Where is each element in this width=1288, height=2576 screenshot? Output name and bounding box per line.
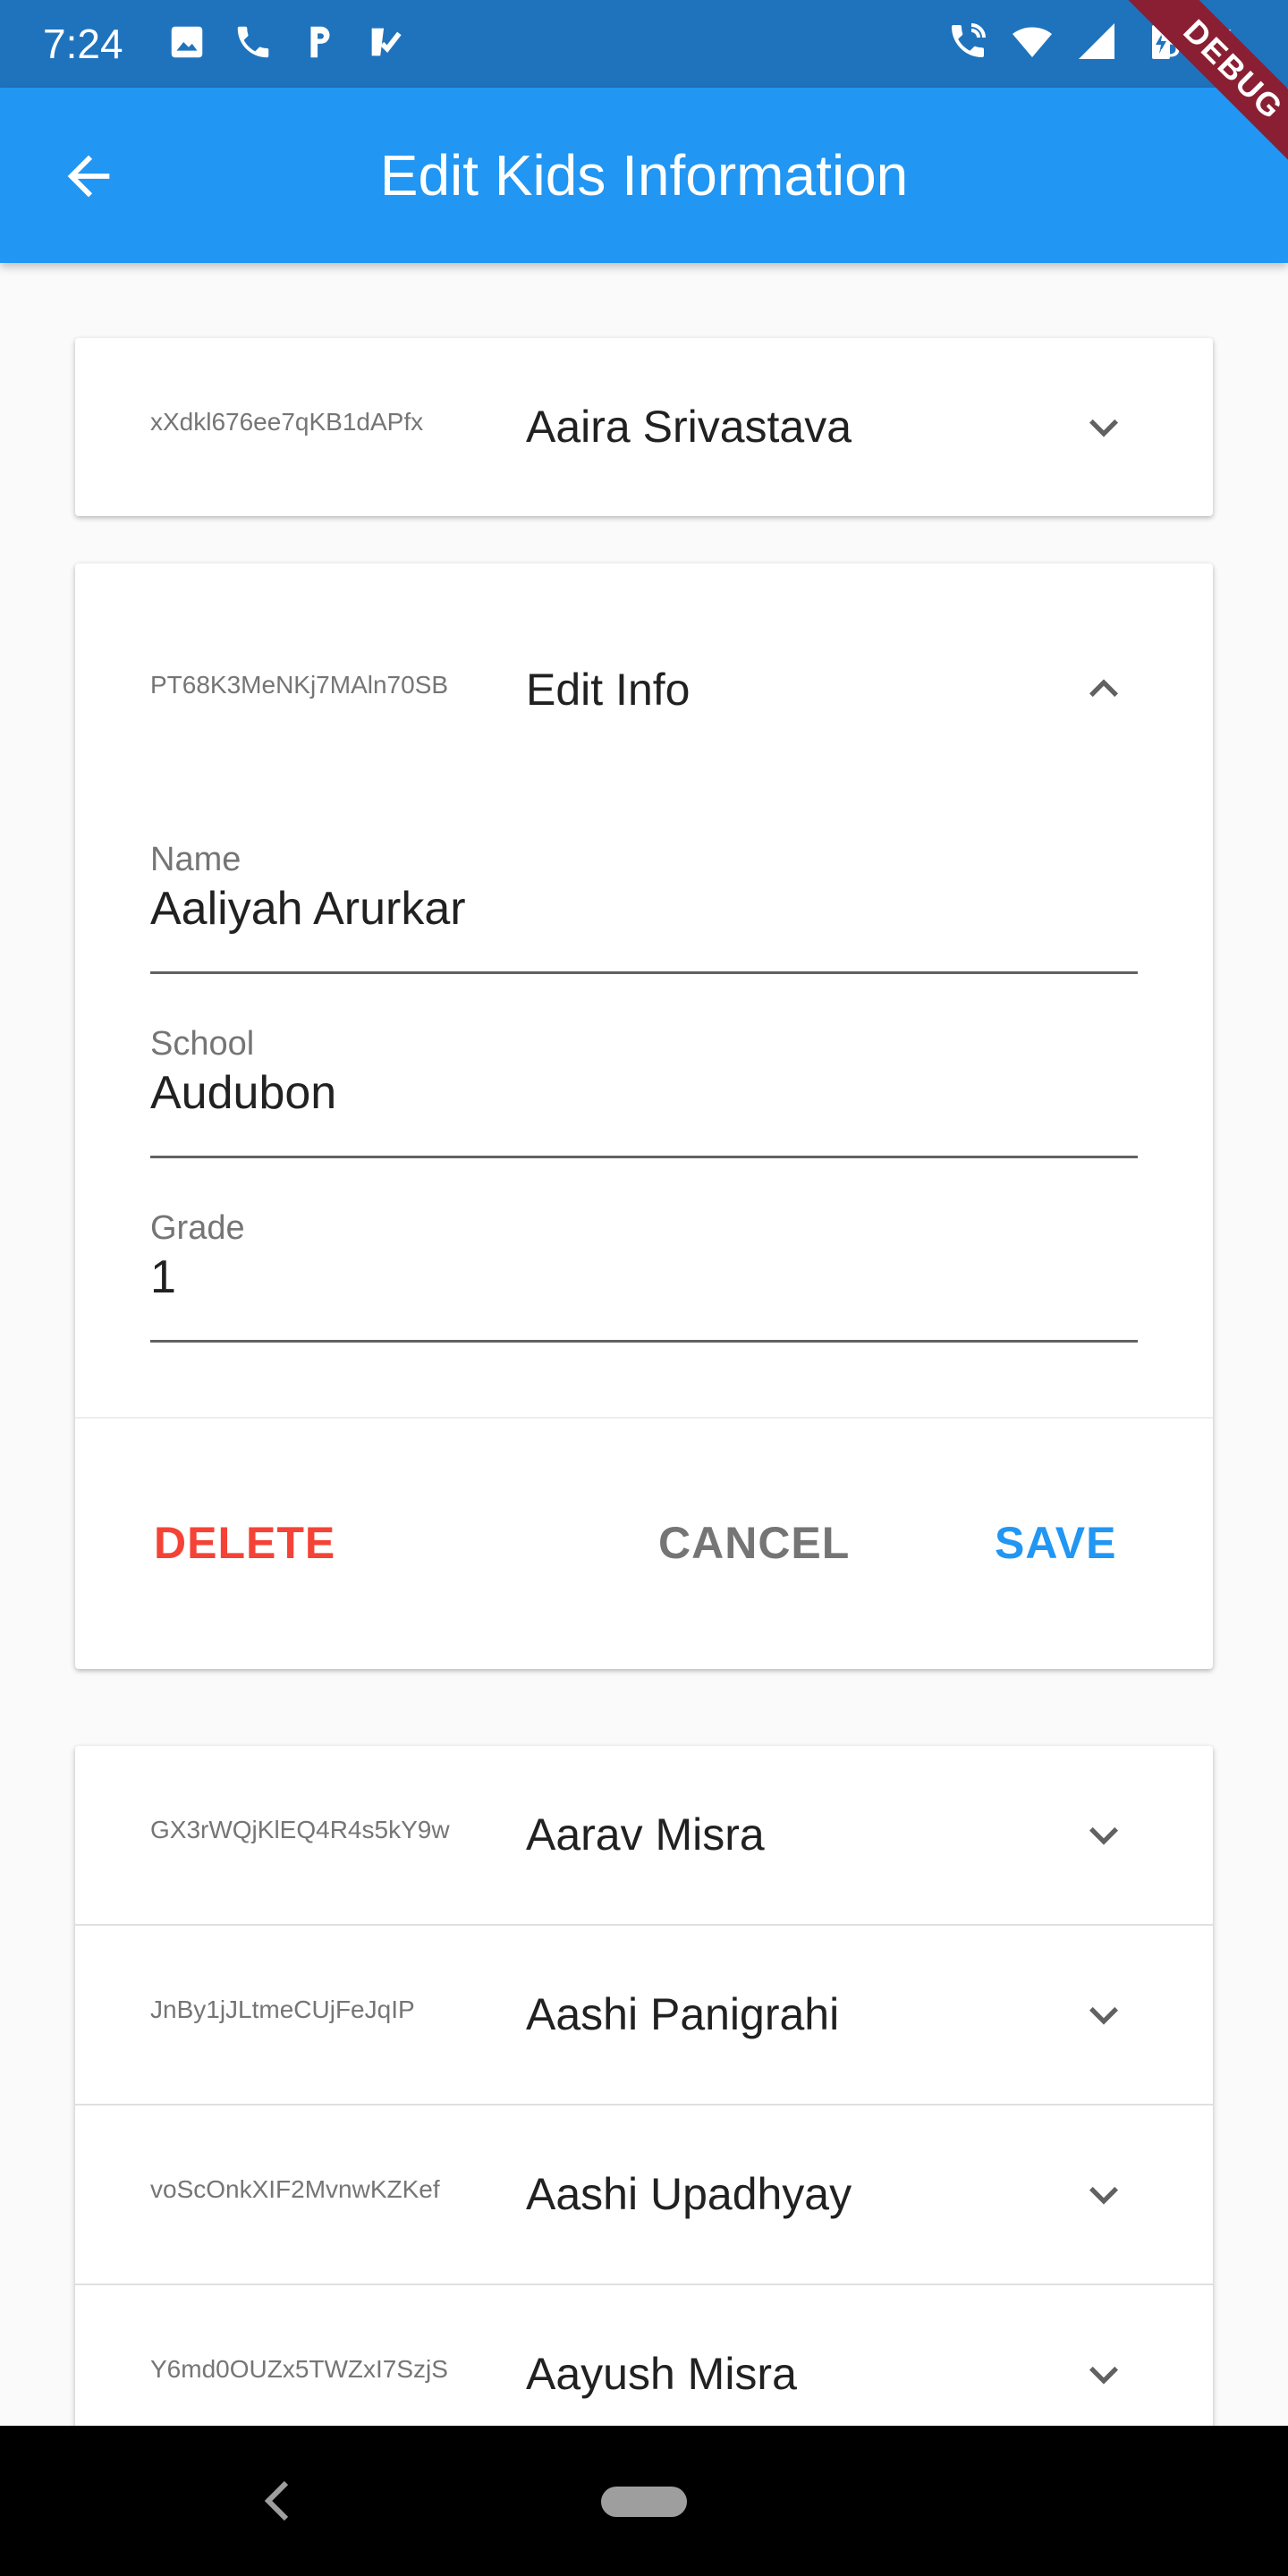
chevron-down-icon[interactable]	[1075, 1987, 1132, 2044]
school-field[interactable]: School Audubon	[150, 998, 1138, 1182]
school-input[interactable]: Audubon	[150, 1066, 336, 1120]
page-title: Edit Kids Information	[379, 143, 909, 208]
wifi-calling-icon	[946, 20, 989, 63]
parking-icon	[299, 21, 340, 63]
chevron-down-icon[interactable]	[1075, 2166, 1132, 2224]
chevron-down-icon[interactable]	[1075, 399, 1132, 456]
edit-kid-card: PT68K3MeNKj7MAln70SB Edit Info Name Aali…	[75, 564, 1213, 1669]
edit-header[interactable]: PT68K3MeNKj7MAln70SB Edit Info	[75, 564, 1213, 814]
kid-name: Aayush Misra	[526, 2349, 797, 2399]
name-input[interactable]: Aaliyah Arurkar	[150, 882, 466, 936]
delete-button[interactable]: DELETE	[154, 1517, 335, 1569]
status-right-icons	[946, 20, 1182, 63]
kid-name: Aashi Panigrahi	[526, 1989, 840, 2039]
kid-list-card: GX3rWQjKlEQ4R4s5kY9w Aarav Misra JnBy1jJ…	[75, 1746, 1213, 2463]
grade-label: Grade	[150, 1209, 245, 1247]
kid-id: PT68K3MeNKj7MAln70SB	[150, 671, 449, 699]
action-bar: DELETE CANCEL SAVE	[75, 1419, 1213, 1669]
cancel-button[interactable]: CANCEL	[658, 1517, 850, 1569]
kid-row[interactable]: xXdkl676ee7qKB1dAPfx Aaira Srivastava	[75, 338, 1213, 516]
kid-name: Aarav Misra	[526, 1809, 765, 1860]
name-underline	[150, 971, 1138, 974]
status-left-icons	[166, 21, 406, 63]
kid-row[interactable]: voScOnkXIF2MvnwKZKef Aashi Upadhyay	[75, 2106, 1213, 2285]
task-check-icon	[365, 21, 406, 63]
kid-id: GX3rWQjKlEQ4R4s5kY9w	[150, 1816, 450, 1843]
status-bar: 7:24 35%	[0, 0, 1288, 88]
kid-id: xXdkl676ee7qKB1dAPfx	[150, 408, 424, 436]
name-field[interactable]: Name Aaliyah Arurkar	[150, 814, 1138, 998]
name-label: Name	[150, 841, 242, 878]
kid-row[interactable]: JnBy1jJLtmeCUjFeJqIP Aashi Panigrahi	[75, 1926, 1213, 2106]
grade-input[interactable]: 1	[150, 1250, 176, 1304]
school-label: School	[150, 1025, 255, 1063]
edit-info-title: Edit Info	[526, 665, 691, 715]
save-button[interactable]: SAVE	[995, 1517, 1116, 1569]
kid-id: Y6md0OUZx5TWZxI7SzjS	[150, 2355, 448, 2383]
wifi-icon	[1011, 20, 1054, 63]
kid-row[interactable]: GX3rWQjKlEQ4R4s5kY9w Aarav Misra	[75, 1746, 1213, 1926]
signal-icon	[1075, 20, 1118, 63]
nav-back-icon[interactable]	[258, 2476, 301, 2526]
image-icon	[166, 21, 208, 63]
chevron-down-icon[interactable]	[1075, 2346, 1132, 2403]
kid-name: Aashi Upadhyay	[526, 2169, 852, 2219]
grade-underline	[150, 1340, 1138, 1343]
school-underline	[150, 1156, 1138, 1158]
app-bar: Edit Kids Information	[0, 88, 1288, 263]
kid-id: voScOnkXIF2MvnwKZKef	[150, 2175, 440, 2203]
chevron-up-icon[interactable]	[1075, 660, 1132, 717]
kid-card: xXdkl676ee7qKB1dAPfx Aaira Srivastava	[75, 338, 1213, 516]
phone-icon	[233, 21, 274, 63]
kid-name: Aaira Srivastava	[526, 402, 852, 452]
grade-field[interactable]: Grade 1	[150, 1182, 1138, 1367]
kid-id: JnBy1jJLtmeCUjFeJqIP	[150, 1996, 415, 2023]
chevron-down-icon[interactable]	[1075, 1807, 1132, 1864]
home-pill-button[interactable]	[601, 2487, 687, 2517]
status-time: 7:24	[43, 21, 123, 67]
